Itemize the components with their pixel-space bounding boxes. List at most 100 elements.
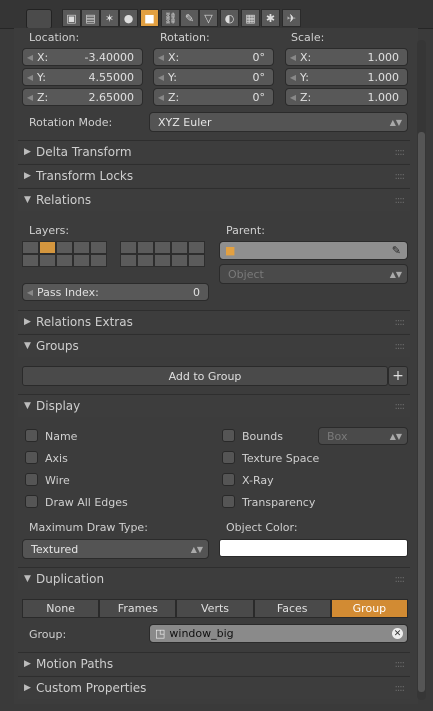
physics-icon[interactable]: ✈ [282, 9, 301, 27]
expand-triangle-icon: ▶ [24, 171, 31, 181]
constraints-icon[interactable]: ⛓ [161, 9, 180, 27]
layer-button[interactable] [137, 254, 154, 267]
section-delta-transform[interactable]: ▶ Delta Transform:::: [18, 140, 410, 163]
rotation-label: Rotation: [160, 31, 210, 44]
draw-all-edges-label: Draw All Edges [45, 496, 128, 509]
dupli-faces-button[interactable]: Faces [253, 599, 331, 618]
drag-grip-icon[interactable]: :::: [395, 401, 406, 412]
section-motion-paths[interactable]: ▶ Motion Paths:::: [18, 652, 410, 675]
scale-y-field[interactable]: ◀ Y: 1.000 [285, 68, 408, 86]
section-relations[interactable]: ▼ Relations:::: [18, 188, 410, 211]
rotation-x-field[interactable]: ◀ X: 0° [153, 48, 274, 66]
layer-button[interactable] [120, 254, 137, 267]
max-draw-type-label: Maximum Draw Type: [29, 521, 148, 534]
rotation-mode-dropdown[interactable]: XYZ Euler ▲▼ [149, 112, 408, 132]
dupli-none-button[interactable]: None [22, 599, 100, 618]
section-display[interactable]: ▼ Display:::: [18, 394, 410, 417]
drag-grip-icon[interactable]: :::: [395, 659, 406, 670]
collapse-triangle-icon: ▼ [24, 401, 31, 411]
parent-type-dropdown[interactable]: Object ▲▼ [219, 264, 408, 284]
layer-button[interactable] [56, 241, 73, 254]
location-z-field[interactable]: ◀ Z: 2.65000 [22, 88, 143, 106]
clear-icon[interactable]: ✕ [392, 628, 403, 639]
dupli-frames-button[interactable]: Frames [99, 599, 177, 618]
section-custom-properties[interactable]: ▶ Custom Properties:::: [18, 676, 410, 699]
drag-grip-icon[interactable]: :::: [395, 341, 406, 352]
drag-grip-icon[interactable]: :::: [395, 574, 406, 585]
world-icon[interactable]: ● [119, 9, 138, 27]
texture-space-checkbox[interactable] [222, 451, 235, 464]
object-icon[interactable]: ■ [140, 9, 159, 27]
dupli-group-field[interactable]: ◳ window_big ✕ [149, 624, 408, 643]
section-duplication[interactable]: ▼ Duplication:::: [18, 567, 410, 590]
layer-button-active[interactable] [39, 241, 56, 254]
axis-checkbox[interactable] [25, 451, 38, 464]
render-layers-icon[interactable]: ▤ [81, 9, 100, 27]
modifiers-icon[interactable]: ✎ [180, 9, 199, 27]
layer-button[interactable] [171, 241, 188, 254]
collapse-triangle-icon: ▼ [24, 195, 31, 205]
name-checkbox[interactable] [25, 429, 38, 442]
rotation-y-field[interactable]: ◀ Y: 0° [153, 68, 274, 86]
rotation-mode-label: Rotation Mode: [29, 116, 113, 129]
editor-type-menu[interactable] [26, 9, 52, 29]
section-relations-extras[interactable]: ▶ Relations Extras:::: [18, 310, 410, 333]
collapse-triangle-icon: ▼ [24, 341, 31, 351]
expand-triangle-icon: ▶ [24, 317, 31, 327]
bounds-type-dropdown[interactable]: Box ▲▼ [318, 427, 408, 445]
dupli-verts-button[interactable]: Verts [176, 599, 254, 618]
render-icon[interactable]: ▣ [62, 9, 81, 27]
layer-button[interactable] [120, 241, 137, 254]
drag-grip-icon[interactable]: :::: [395, 683, 406, 694]
particles-icon[interactable]: ✱ [261, 9, 280, 27]
add-group-plus-button[interactable]: + [388, 366, 408, 386]
layer-button[interactable] [90, 254, 107, 267]
data-icon[interactable]: ▽ [199, 9, 218, 27]
location-y-field[interactable]: ◀ Y: 4.55000 [22, 68, 143, 86]
scrollbar-thumb[interactable] [418, 132, 425, 692]
drag-grip-icon[interactable]: :::: [395, 147, 406, 158]
section-transform-locks[interactable]: ▶ Transform Locks:::: [18, 164, 410, 187]
drag-grip-icon[interactable]: :::: [395, 317, 406, 328]
scale-z-field[interactable]: ◀ Z: 1.000 [285, 88, 408, 106]
scale-x-field[interactable]: ◀ X: 1.000 [285, 48, 408, 66]
object-color-swatch[interactable] [219, 539, 408, 557]
drag-grip-icon[interactable]: :::: [395, 195, 406, 206]
layer-button[interactable] [39, 254, 56, 267]
layer-button[interactable] [137, 241, 154, 254]
group-icon: ◳ [155, 627, 166, 640]
layer-button[interactable] [188, 254, 205, 267]
max-draw-type-dropdown[interactable]: Textured ▲▼ [22, 539, 209, 559]
eyedropper-icon[interactable]: ✎ [392, 244, 401, 257]
layer-button[interactable] [154, 241, 171, 254]
add-to-group-button[interactable]: Add to Group [22, 366, 388, 386]
dupli-group-button[interactable]: Group [330, 599, 409, 618]
wire-checkbox[interactable] [25, 473, 38, 486]
layer-button[interactable] [188, 241, 205, 254]
layer-button[interactable] [22, 241, 39, 254]
transparency-checkbox[interactable] [222, 495, 235, 508]
scene-icon[interactable]: ✶ [100, 9, 119, 27]
texture-icon[interactable]: ▦ [241, 9, 260, 27]
axis-checkbox-label: Axis [45, 452, 68, 465]
pass-index-field[interactable]: ◀ Pass Index: 0 [22, 283, 209, 301]
parent-field[interactable]: ■ ✎ [219, 241, 408, 260]
layer-button[interactable] [90, 241, 107, 254]
wire-checkbox-label: Wire [45, 474, 70, 487]
xray-checkbox[interactable] [222, 473, 235, 486]
draw-all-edges-checkbox[interactable] [25, 495, 38, 508]
rotation-z-field[interactable]: ◀ Z: 0° [153, 88, 274, 106]
expand-triangle-icon: ▶ [24, 147, 31, 157]
layer-button[interactable] [73, 241, 90, 254]
drag-grip-icon[interactable]: :::: [395, 171, 406, 182]
layer-button[interactable] [154, 254, 171, 267]
object-cube-icon: ■ [225, 244, 236, 257]
layer-button[interactable] [56, 254, 73, 267]
location-x-field[interactable]: ◀ X: -3.40000 [22, 48, 143, 66]
layer-button[interactable] [73, 254, 90, 267]
layer-button[interactable] [171, 254, 188, 267]
bounds-checkbox[interactable] [222, 429, 235, 442]
layer-button[interactable] [22, 254, 39, 267]
section-groups[interactable]: ▼ Groups:::: [18, 334, 410, 357]
material-icon[interactable]: ◐ [220, 9, 239, 27]
